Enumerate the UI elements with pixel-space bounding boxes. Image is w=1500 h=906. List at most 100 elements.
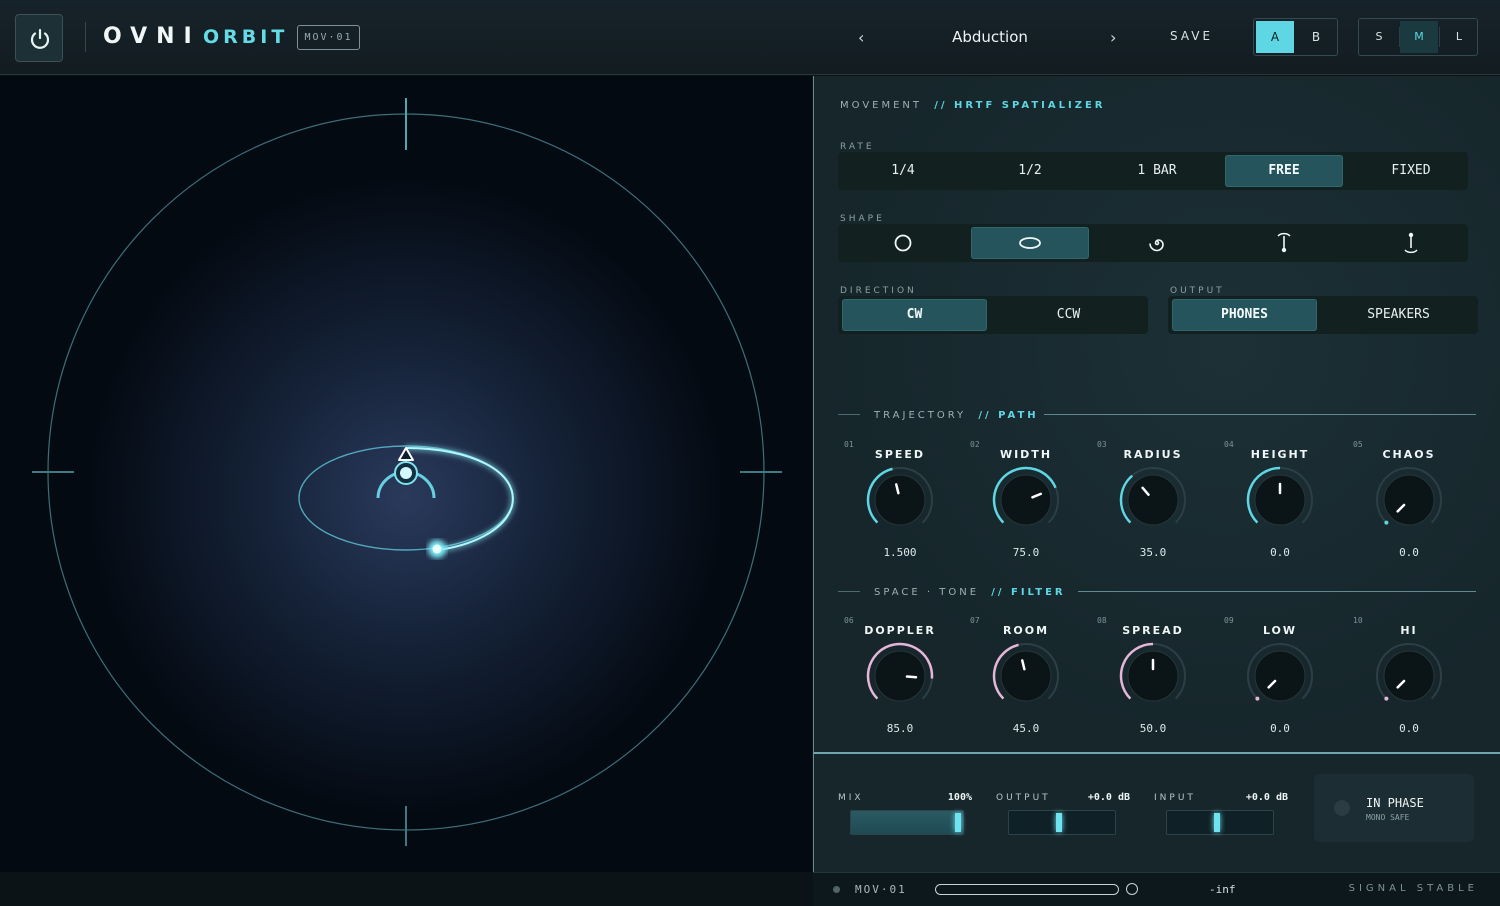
input-gain-label: INPUT: [1154, 793, 1196, 803]
mix-label: MIX: [838, 793, 864, 803]
knob-index: 06: [844, 616, 854, 625]
knob-low[interactable]: [1244, 640, 1316, 712]
status-model-id: MOV·01: [855, 883, 907, 896]
knob-value: 0.0: [1270, 722, 1290, 735]
knob-width[interactable]: [990, 464, 1062, 536]
spiral-icon: [1149, 239, 1164, 252]
knob-label: HEIGHT: [1250, 448, 1310, 461]
circle-icon: [894, 234, 912, 252]
product-name: ORBIT: [203, 26, 289, 48]
level-meter-handle[interactable]: [1126, 883, 1138, 895]
movement-title-accent: // HRTF SPATIALIZER: [934, 100, 1106, 111]
phase-toggle[interactable]: IN PHASE MONO SAFE: [1314, 774, 1474, 842]
brand-name: OVNI: [103, 24, 201, 49]
pendulum-bottom-icon: [1404, 232, 1418, 254]
phase-indicator: [1334, 800, 1350, 816]
knob-index: 03: [1097, 440, 1107, 449]
output-gain-label: OUTPUT: [996, 793, 1051, 803]
ab-button-b[interactable]: B: [1297, 21, 1335, 53]
sound-source-dot[interactable]: [432, 544, 442, 554]
space-tone-title-accent: // FILTER: [991, 587, 1066, 598]
mix-section: MIX 100% OUTPUT +0.0 dB INPUT +0.0 dB IN…: [813, 752, 1500, 872]
knob-room[interactable]: [990, 640, 1062, 712]
knob-index: 02: [970, 440, 980, 449]
size-button-s[interactable]: S: [1360, 21, 1398, 53]
size-button-m[interactable]: M: [1400, 21, 1438, 53]
knob-value: 35.0: [1139, 546, 1167, 559]
knob-doppler[interactable]: [864, 640, 936, 712]
space-tone-title: SPACE · TONE: [874, 587, 980, 598]
trajectory-title-accent: // PATH: [978, 410, 1039, 421]
knob-label: WIDTH: [999, 448, 1053, 461]
knob-value: 1.500: [883, 546, 917, 559]
level-readout: -inf: [1209, 883, 1236, 896]
rate-option-free[interactable]: FREE: [1225, 155, 1343, 187]
knob-index: 08: [1097, 616, 1107, 625]
input-gain-value: +0.0 dB: [1245, 792, 1288, 803]
preset-name[interactable]: Abduction: [900, 28, 1080, 46]
knob-label: RADIUS: [1123, 448, 1183, 461]
mix-slider-fill: [851, 811, 963, 834]
output-label: OUTPUT: [1170, 286, 1225, 296]
output-gain-handle[interactable]: [1056, 813, 1062, 832]
pendulum-top-icon: [1277, 232, 1291, 253]
knob-label: HI: [1400, 624, 1418, 637]
size-button-l[interactable]: L: [1440, 21, 1478, 53]
output-option-speakers[interactable]: SPEAKERS: [1326, 299, 1471, 331]
direction-option-ccw[interactable]: CCW: [996, 299, 1141, 331]
rate-option-1-bar[interactable]: 1 BAR: [1098, 155, 1216, 187]
control-panel: MOVEMENT // HRTF SPATIALIZER RATE 1/4 1/…: [813, 76, 1500, 752]
visualizer-footer: [0, 872, 812, 906]
knob-index: 07: [970, 616, 980, 625]
preset-next-button[interactable]: ›: [1110, 28, 1116, 47]
output-gain-value: +0.0 dB: [1087, 792, 1130, 803]
orbit-visualizer[interactable]: [0, 76, 812, 872]
knob-hi[interactable]: [1373, 640, 1445, 712]
ab-compare-group: A B: [1253, 18, 1338, 56]
knob-height[interactable]: [1244, 464, 1316, 536]
trajectory-title: TRAJECTORY: [874, 410, 967, 421]
knob-value: 50.0: [1139, 722, 1167, 735]
status-indicator: [833, 886, 840, 893]
shape-option-pendulum-top[interactable]: [1225, 227, 1343, 259]
power-button[interactable]: [15, 14, 63, 62]
trajectory-rule-left: [838, 414, 860, 415]
output-gain-slider[interactable]: [1008, 810, 1116, 835]
trajectory-rule: [1044, 414, 1476, 415]
orbit-canvas[interactable]: [0, 76, 812, 872]
direction-option-cw[interactable]: CW: [842, 299, 987, 331]
rate-option-1-2[interactable]: 1/2: [971, 155, 1089, 187]
knob-spread[interactable]: [1117, 640, 1189, 712]
knob-speed[interactable]: [864, 464, 936, 536]
shape-option-pendulum-bottom[interactable]: [1352, 227, 1470, 259]
knob-radius[interactable]: [1117, 464, 1189, 536]
rate-option-1-4[interactable]: 1/4: [844, 155, 962, 187]
space-tone-rule: [1078, 591, 1476, 592]
power-icon: [30, 28, 50, 49]
shape-option-circle[interactable]: [844, 227, 962, 259]
knob-label: LOW: [1262, 624, 1298, 637]
shape-option-spiral[interactable]: [1098, 227, 1216, 259]
mix-slider[interactable]: [850, 810, 964, 835]
preset-prev-button[interactable]: ‹: [858, 28, 864, 47]
knob-value: 75.0: [1012, 546, 1040, 559]
knob-chaos[interactable]: [1373, 464, 1445, 536]
phase-subtitle: MONO SAFE: [1366, 813, 1410, 822]
input-gain-handle[interactable]: [1214, 813, 1220, 832]
save-button[interactable]: SAVE: [1170, 29, 1213, 43]
output-option-phones[interactable]: PHONES: [1172, 299, 1317, 331]
ab-button-a[interactable]: A: [1256, 21, 1294, 53]
shape-option-ellipse[interactable]: [971, 227, 1089, 259]
shape-selector: [838, 224, 1468, 262]
signal-status: SIGNAL STABLE: [1348, 883, 1478, 894]
trajectory-section-title: TRAJECTORY // PATH: [874, 410, 1039, 421]
direction-label: DIRECTION: [840, 286, 917, 296]
rate-selector: 1/4 1/2 1 BAR FREE FIXED: [838, 152, 1468, 190]
model-badge: MOV·01: [297, 25, 360, 50]
knob-value: 85.0: [886, 722, 914, 735]
rate-option-fixed[interactable]: FIXED: [1352, 155, 1470, 187]
mix-slider-handle[interactable]: [955, 813, 961, 832]
ellipse-icon: [1019, 237, 1041, 249]
header-divider: [85, 22, 86, 52]
input-gain-slider[interactable]: [1166, 810, 1274, 835]
